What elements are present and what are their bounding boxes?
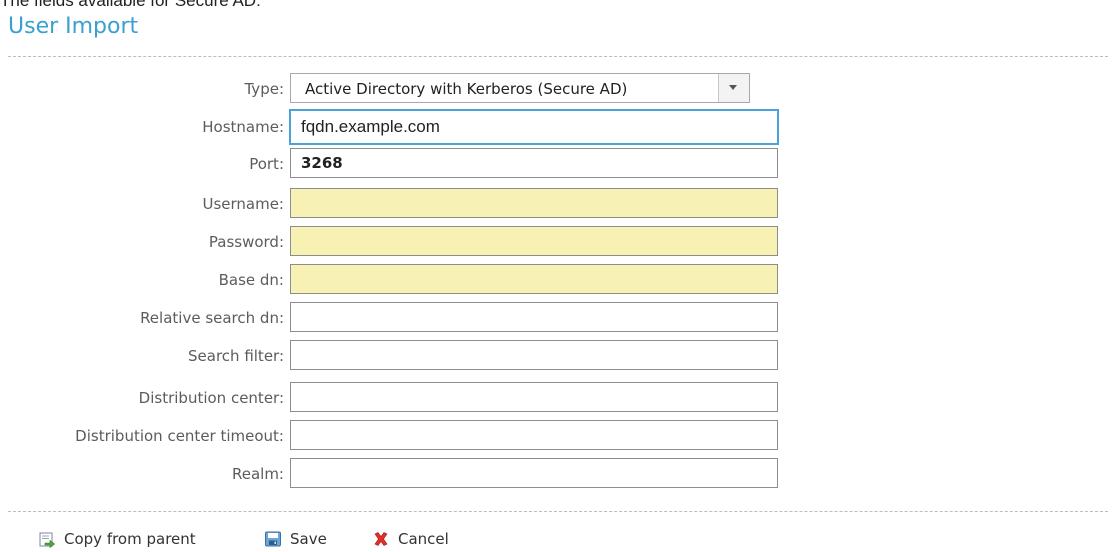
type-select-value: Active Directory with Kerberos (Secure A… bbox=[305, 80, 628, 98]
realm-input[interactable] bbox=[290, 458, 778, 488]
copy-from-parent-icon bbox=[38, 530, 56, 549]
realm-label: Realm: bbox=[231, 465, 284, 483]
base-dn-input[interactable] bbox=[290, 264, 778, 294]
search-filter-input[interactable] bbox=[290, 340, 778, 370]
page-caption: The fields available for Secure AD: bbox=[0, 0, 261, 10]
cancel-label: Cancel bbox=[398, 530, 449, 548]
relative-search-dn-row: Relative search dn: bbox=[0, 302, 800, 334]
copy-from-parent-button[interactable]: Copy from parent bbox=[38, 528, 196, 550]
distribution-center-timeout-input[interactable] bbox=[290, 420, 778, 450]
password-input[interactable] bbox=[290, 226, 778, 256]
distribution-center-timeout-row: Distribution center timeout: bbox=[0, 420, 800, 452]
type-row: Type: Active Directory with Kerberos (Se… bbox=[0, 73, 800, 105]
type-select[interactable]: Active Directory with Kerberos (Secure A… bbox=[290, 73, 750, 103]
page-title: User Import bbox=[8, 14, 139, 39]
port-input[interactable]: 3268 bbox=[290, 148, 778, 178]
distribution-center-label: Distribution center: bbox=[138, 389, 284, 407]
username-label: Username: bbox=[202, 195, 284, 213]
distribution-center-row: Distribution center: bbox=[0, 382, 800, 414]
base-dn-row: Base dn: bbox=[0, 264, 800, 296]
realm-row: Realm: bbox=[0, 458, 800, 490]
username-input[interactable] bbox=[290, 188, 778, 218]
save-icon bbox=[264, 530, 282, 548]
search-filter-label: Search filter: bbox=[188, 347, 284, 365]
port-label: Port: bbox=[249, 155, 284, 173]
chevron-down-icon bbox=[729, 85, 737, 90]
distribution-center-timeout-label: Distribution center timeout: bbox=[75, 427, 284, 445]
distribution-center-input[interactable] bbox=[290, 382, 778, 412]
search-filter-row: Search filter: bbox=[0, 340, 800, 372]
password-row: Password: bbox=[0, 226, 800, 258]
top-divider bbox=[8, 56, 1108, 57]
type-select-dropdown-button[interactable] bbox=[718, 74, 749, 102]
relative-search-dn-input[interactable] bbox=[290, 302, 778, 332]
type-label: Type: bbox=[244, 80, 284, 98]
hostname-label: Hostname: bbox=[202, 118, 284, 136]
bottom-divider bbox=[8, 511, 1108, 512]
port-row: Port: 3268 bbox=[0, 148, 800, 180]
hostname-input[interactable]: fqdn.example.com bbox=[289, 109, 779, 145]
relative-search-dn-label: Relative search dn: bbox=[140, 309, 284, 327]
cancel-icon bbox=[372, 530, 390, 548]
base-dn-label: Base dn: bbox=[218, 271, 284, 289]
copy-from-parent-label: Copy from parent bbox=[64, 530, 196, 548]
save-button[interactable]: Save bbox=[264, 528, 327, 550]
cancel-button[interactable]: Cancel bbox=[372, 528, 449, 550]
username-row: Username: bbox=[0, 188, 800, 220]
password-label: Password: bbox=[208, 233, 284, 251]
hostname-row: Hostname: fqdn.example.com bbox=[0, 109, 800, 145]
save-label: Save bbox=[290, 530, 327, 548]
